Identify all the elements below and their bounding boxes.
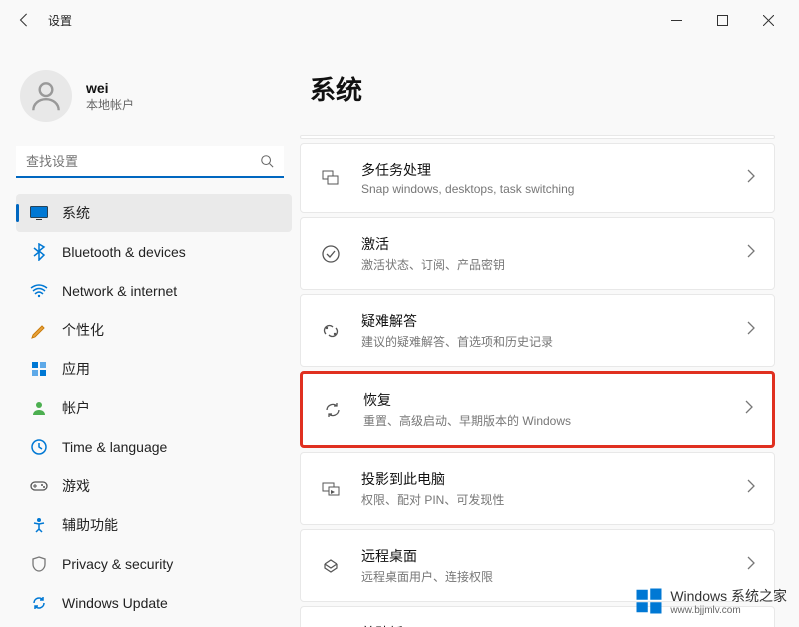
sidebar-item-apps[interactable]: 应用 [16,350,292,388]
chevron-right-icon [746,321,756,340]
minimize-button[interactable] [653,4,699,36]
card-icon [321,400,345,420]
accessibility-icon [30,516,48,534]
search-container [16,146,284,178]
content-area: 系统 多任务处理 Snap windows, desktops, task swi… [300,40,799,627]
search-input[interactable] [16,146,284,178]
sidebar-item-time[interactable]: Time & language [16,428,292,466]
sidebar-item-label: 辅助功能 [62,515,118,535]
network-icon [30,282,48,300]
card-icon [319,321,343,341]
time-icon [30,438,48,456]
sidebar-item-privacy[interactable]: Privacy & security [16,545,292,583]
account-name: wei [86,80,134,96]
card-desc: Snap windows, desktops, task switching [361,182,746,196]
card-icon [319,556,343,576]
sidebar-item-network[interactable]: Network & internet [16,272,292,310]
sidebar-item-label: 帐户 [62,398,90,418]
card-desc: 权限、配对 PIN、可发现性 [361,491,746,508]
chevron-right-icon [746,556,756,575]
setting-card[interactable]: 激活激活状态、订阅、产品密钥 [300,217,775,290]
windows-logo-icon [634,586,664,619]
card-title: 激活 [361,234,746,254]
setting-card[interactable]: 恢复重置、高级启动、早期版本的 Windows [300,371,775,448]
card-partial-top[interactable] [300,135,775,139]
sidebar-item-label: Windows Update [62,595,168,611]
page-title: 系统 [310,70,775,107]
gaming-icon [30,477,48,495]
sidebar-item-label: Privacy & security [62,556,173,572]
sidebar-item-gaming[interactable]: 游戏 [16,467,292,505]
setting-card[interactable]: 疑难解答建议的疑难解答、首选项和历史记录 [300,294,775,367]
sidebar-item-label: Time & language [62,439,167,455]
account-section[interactable]: wei 本地帐户 [8,52,300,146]
card-desc: 重置、高级启动、早期版本的 Windows [363,412,744,429]
personalize-icon [30,321,48,339]
sidebar-item-update[interactable]: Windows Update [16,584,292,622]
avatar [20,70,72,122]
sidebar-item-accessibility[interactable]: 辅助功能 [16,506,292,544]
card-icon [319,168,343,188]
sidebar-item-system[interactable]: 系统 [16,194,292,232]
card-desc: 建议的疑难解答、首选项和历史记录 [361,333,746,350]
setting-card[interactable]: 投影到此电脑权限、配对 PIN、可发现性 [300,452,775,525]
sidebar-item-label: Bluetooth & devices [62,244,186,260]
accounts-icon [30,399,48,417]
sidebar-item-label: 应用 [62,359,90,379]
window-title: 设置 [48,12,72,29]
watermark-url: www.bjjmlv.com [670,605,787,616]
watermark-text: Windows 系统之家 [670,589,787,604]
bluetooth-icon [30,243,48,261]
watermark: Windows 系统之家 www.bjjmlv.com [634,586,787,619]
chevron-right-icon [746,244,756,263]
chevron-right-icon [746,479,756,498]
sidebar-item-label: 游戏 [62,476,90,496]
card-icon [319,244,343,264]
chevron-right-icon [746,169,756,188]
card-title: 投影到此电脑 [361,469,746,489]
card-title: 疑难解答 [361,311,746,331]
search-icon [260,154,274,173]
card-title: 远程桌面 [361,546,746,566]
apps-icon [30,360,48,378]
account-type: 本地帐户 [86,96,134,113]
card-icon [319,479,343,499]
sidebar-item-label: 个性化 [62,320,104,340]
card-title: 剪贴板 [361,623,746,627]
card-title: 多任务处理 [361,160,746,180]
close-button[interactable] [745,4,791,36]
maximize-button[interactable] [699,4,745,36]
card-desc: 远程桌面用户、连接权限 [361,568,746,585]
system-icon [30,204,48,222]
chevron-right-icon [744,400,754,419]
card-desc: 激活状态、订阅、产品密钥 [361,256,746,273]
card-title: 恢复 [363,390,744,410]
sidebar-item-bluetooth[interactable]: Bluetooth & devices [16,233,292,271]
sidebar-item-personalize[interactable]: 个性化 [16,311,292,349]
sidebar-item-label: Network & internet [62,283,177,299]
setting-card[interactable]: 多任务处理 Snap windows, desktops, task switch… [300,143,775,213]
sidebar-item-label: 系统 [62,203,90,223]
back-button[interactable] [8,4,40,36]
privacy-icon [30,555,48,573]
sidebar: wei 本地帐户 系统 Bluetooth & devices Network & … [0,40,300,627]
sidebar-item-accounts[interactable]: 帐户 [16,389,292,427]
update-icon [30,594,48,612]
